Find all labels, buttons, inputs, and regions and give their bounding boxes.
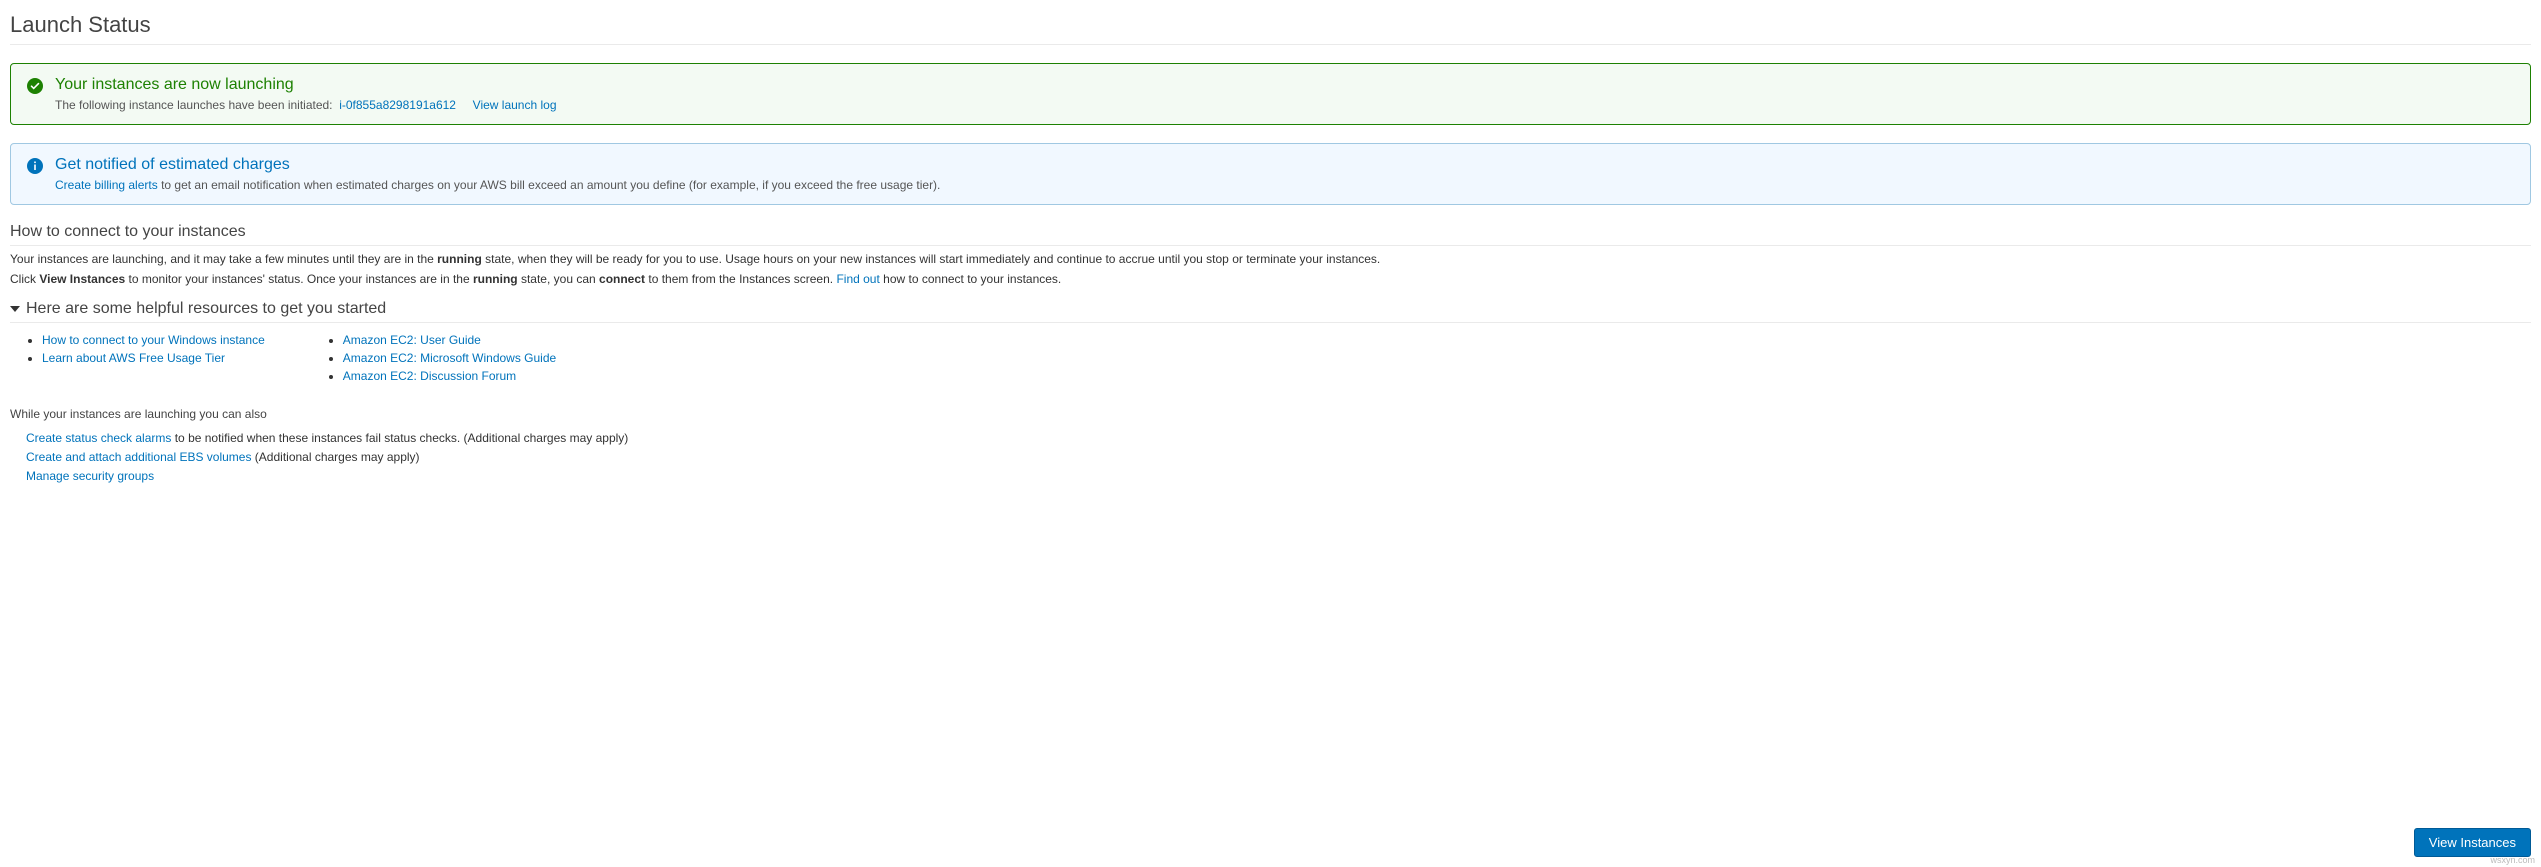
resources-col-2: Amazon EC2: User Guide Amazon EC2: Micro… xyxy=(325,329,556,387)
create-status-alarms-link[interactable]: Create status check alarms xyxy=(26,431,171,445)
p2-connect: connect xyxy=(599,272,645,286)
success-alert-body: The following instance launches have bee… xyxy=(55,98,2516,112)
action-rest: to be notified when these instances fail… xyxy=(171,431,628,445)
resource-link-connect-windows[interactable]: How to connect to your Windows instance xyxy=(42,333,265,347)
p2-running: running xyxy=(473,272,518,286)
page-title: Launch Status xyxy=(10,12,2531,45)
action-rest: (Additional charges may apply) xyxy=(251,450,419,464)
resource-link-user-guide[interactable]: Amazon EC2: User Guide xyxy=(343,333,481,347)
create-ebs-volumes-link[interactable]: Create and attach additional EBS volumes xyxy=(26,450,251,464)
success-alert-title: Your instances are now launching xyxy=(55,76,2516,94)
p2-h: how to connect to your instances. xyxy=(883,272,1061,286)
caret-down-icon xyxy=(10,306,20,312)
info-circle-icon xyxy=(27,158,43,174)
p2-e: state, you can xyxy=(518,272,599,286)
resources-col-1: How to connect to your Windows instance … xyxy=(24,329,265,387)
connect-paragraph-2: Click View Instances to monitor your ins… xyxy=(10,272,2531,286)
action-row: Manage security groups xyxy=(26,469,2531,483)
p1-running: running xyxy=(437,252,482,266)
create-billing-alerts-link[interactable]: Create billing alerts xyxy=(55,178,158,192)
action-row: Create and attach additional EBS volumes… xyxy=(26,450,2531,464)
watermark: wsxyn.com xyxy=(2490,855,2535,865)
find-out-link[interactable]: Find out xyxy=(836,272,879,286)
p2-viewinst: View Instances xyxy=(39,272,125,286)
resources-heading[interactable]: Here are some helpful resources to get y… xyxy=(10,300,2531,323)
p1-c: state, when they will be ready for you t… xyxy=(482,252,1380,266)
resource-link-discussion-forum[interactable]: Amazon EC2: Discussion Forum xyxy=(343,369,516,383)
success-body-prefix: The following instance launches have bee… xyxy=(55,98,333,112)
footer-bar: View Instances xyxy=(2414,828,2531,857)
while-launching-actions: Create status check alarms to be notifie… xyxy=(26,431,2531,483)
instance-id-link[interactable]: i-0f855a8298191a612 xyxy=(339,98,456,112)
info-alert-body: Create billing alerts to get an email no… xyxy=(55,178,2516,192)
view-instances-button[interactable]: View Instances xyxy=(2414,828,2531,857)
manage-security-groups-link[interactable]: Manage security groups xyxy=(26,469,154,483)
info-alert-rest: to get an email notification when estima… xyxy=(161,178,940,192)
p2-g: to them from the Instances screen. xyxy=(645,272,836,286)
resource-link-windows-guide[interactable]: Amazon EC2: Microsoft Windows Guide xyxy=(343,351,556,365)
while-launching-intro: While your instances are launching you c… xyxy=(10,407,2531,421)
connect-paragraph-1: Your instances are launching, and it may… xyxy=(10,252,2531,266)
check-circle-icon xyxy=(27,78,43,94)
action-row: Create status check alarms to be notifie… xyxy=(26,431,2531,445)
resources-columns: How to connect to your Windows instance … xyxy=(24,329,2531,387)
billing-info-alert: Get notified of estimated charges Create… xyxy=(10,143,2531,205)
resources-heading-text: Here are some helpful resources to get y… xyxy=(26,300,386,318)
p2-c: to monitor your instances' status. Once … xyxy=(125,272,473,286)
view-launch-log-link[interactable]: View launch log xyxy=(473,98,557,112)
info-alert-title: Get notified of estimated charges xyxy=(55,156,2516,174)
p1-a: Your instances are launching, and it may… xyxy=(10,252,437,266)
launch-success-alert: Your instances are now launching The fol… xyxy=(10,63,2531,125)
connect-heading: How to connect to your instances xyxy=(10,223,2531,246)
resource-link-free-tier[interactable]: Learn about AWS Free Usage Tier xyxy=(42,351,225,365)
p2-a: Click xyxy=(10,272,39,286)
